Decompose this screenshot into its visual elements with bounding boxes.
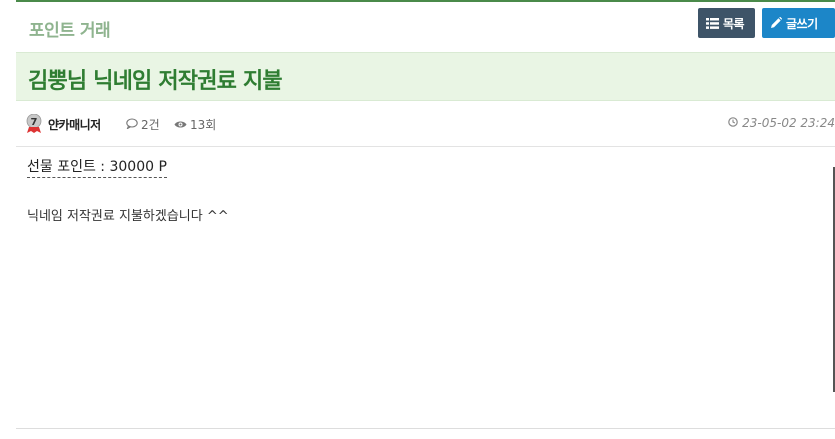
view-count: 13회: [174, 116, 216, 133]
post-content: 선물 포인트 : 30000 P 닉네임 저작권료 지불하겠습니다 ^^: [16, 147, 835, 429]
level-badge-icon: 7: [26, 113, 42, 134]
view-count-text: 13회: [190, 118, 217, 132]
write-button[interactable]: 글쓰기: [762, 8, 835, 38]
comment-icon: [126, 117, 138, 132]
post-title: 김뿡님 닉네임 저작권료 지불: [28, 69, 283, 94]
gift-points: 선물 포인트 : 30000 P: [27, 156, 167, 178]
list-button[interactable]: 목록: [698, 8, 755, 38]
board-header: 포인트 거래 목록 글쓰기: [16, 2, 835, 49]
clock-icon: [728, 116, 738, 130]
post-title-band: 김뿡님 닉네임 저작권료 지불: [16, 52, 835, 101]
post-date: 23-05-02 23:24: [728, 116, 835, 130]
list-button-label: 목록: [723, 16, 745, 31]
content-bottom-border: [16, 428, 835, 429]
board-title: 포인트 거래: [29, 21, 111, 41]
write-button-label: 글쓰기: [786, 16, 818, 31]
author-name[interactable]: 얀카매니저: [48, 116, 101, 133]
eye-icon: [174, 118, 187, 132]
comment-count-text: 2건: [141, 118, 160, 132]
comment-count: 2건: [126, 116, 160, 133]
post-date-text: 23-05-02 23:24: [742, 116, 835, 130]
pencil-icon: [770, 17, 782, 29]
post-view-page: 포인트 거래 목록 글쓰기 김뿡님 닉네임 저작권료 지불 7 얀카매니저 2건…: [16, 0, 835, 439]
post-meta: 7 얀카매니저 2건 13회 23-05-02 23:24: [16, 101, 835, 147]
level-number: 7: [31, 117, 38, 128]
post-body: 닉네임 저작권료 지불하겠습니다 ^^: [27, 209, 229, 224]
list-icon: [706, 17, 719, 29]
